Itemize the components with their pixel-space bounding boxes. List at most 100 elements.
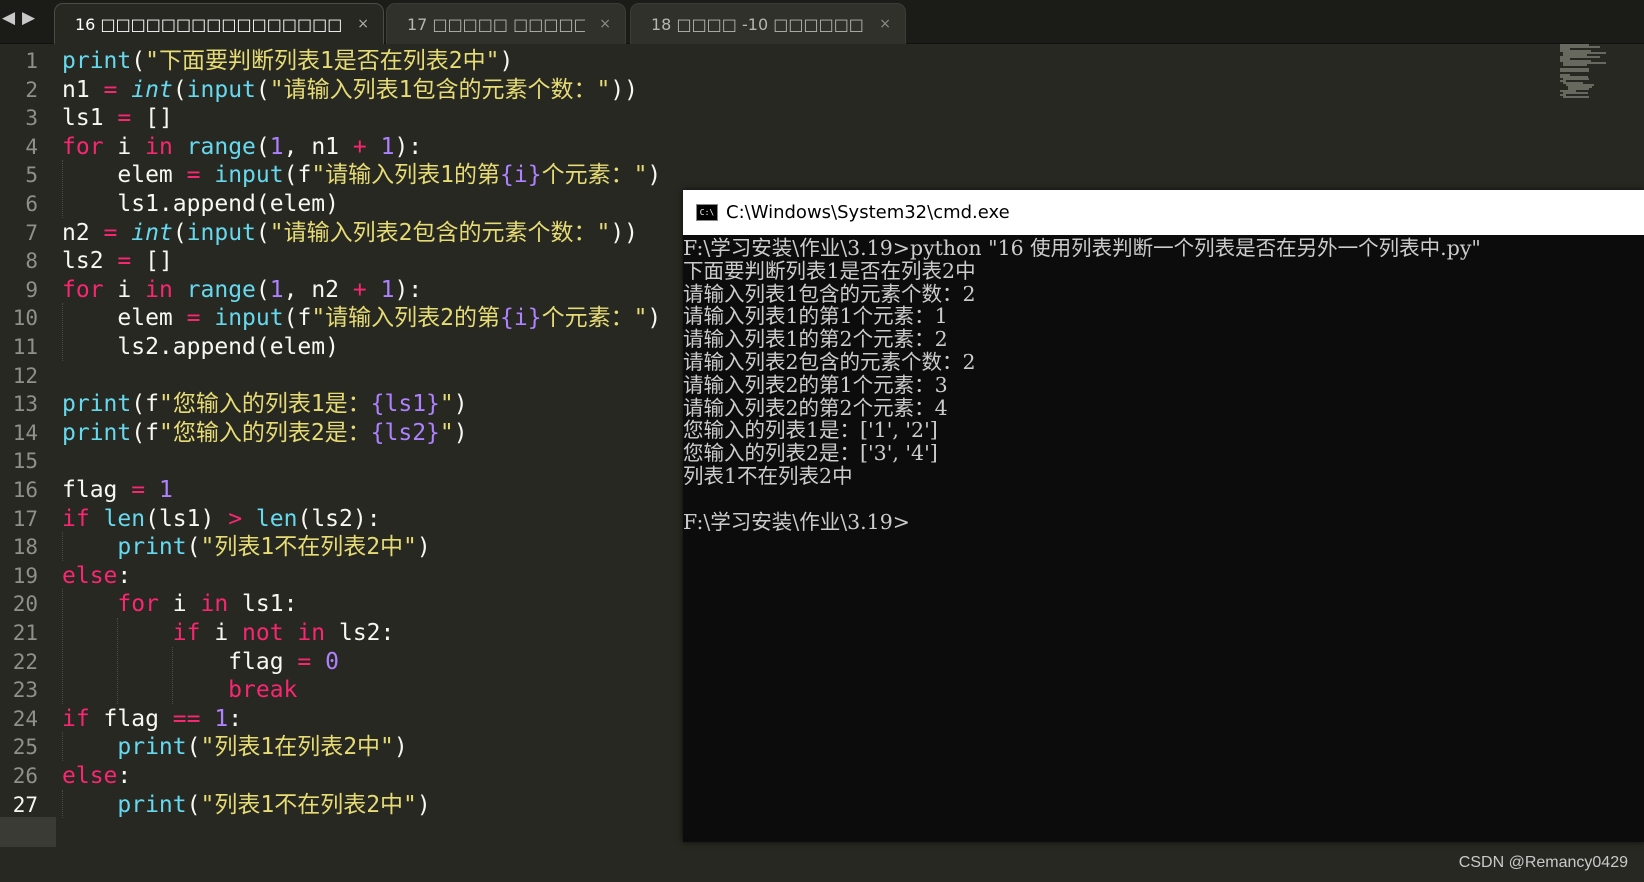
code-line[interactable]: print(f"您输入的列表2是：{ls2}") <box>62 418 468 448</box>
line-number: 14 <box>12 420 38 445</box>
code-token: ( <box>131 419 146 446</box>
code-token: 1 <box>158 477 173 503</box>
code-token: == <box>172 705 201 732</box>
code-token: ( <box>172 76 187 103</box>
code-token: "请输入列表1包含的元素个数：" <box>269 76 611 103</box>
code-token: else <box>62 763 118 789</box>
code-token: : <box>228 705 243 732</box>
terminal-line: 请输入列表2的第1个元素：3 <box>683 372 948 397</box>
next-tab-arrow-icon[interactable]: ▶ <box>22 8 35 28</box>
code-token: i <box>103 133 146 160</box>
code-line[interactable]: flag = 1 <box>62 475 173 505</box>
code-line[interactable]: ls2 = [] <box>62 246 173 276</box>
close-tab-icon[interactable]: × <box>879 16 891 32</box>
code-token: for <box>117 591 159 618</box>
indent-guide <box>62 532 63 561</box>
code-line[interactable]: print("列表1不在列表2中") <box>62 532 430 562</box>
code-token: flag <box>62 477 132 503</box>
terminal-line: 请输入列表1的第1个元素：1 <box>683 304 948 329</box>
code-token: int <box>131 76 173 103</box>
code-line[interactable]: elem = input(f"请输入列表1的第{i}个元素：") <box>62 160 661 190</box>
code-token: ) <box>416 791 431 818</box>
code-line[interactable]: ls1 = [] <box>62 103 173 133</box>
code-token: 0 <box>325 648 339 675</box>
code-line[interactable]: for i in ls1: <box>62 589 297 619</box>
cmd-app-icon: C:\ <box>696 204 718 221</box>
cmd-window[interactable]: C:\ C:\Windows\System32\cmd.exe F:\学习安装\… <box>683 190 1644 842</box>
minimap[interactable] <box>1560 44 1630 100</box>
code-token: ): <box>394 133 423 160</box>
line-number: 8 <box>25 249 38 274</box>
line-number: 26 <box>12 764 38 788</box>
indent-guide <box>62 789 63 819</box>
code-token: "您输入的列表1是： <box>158 391 371 418</box>
code-line[interactable]: n1 = int(input("请输入列表1包含的元素个数：")) <box>62 75 638 105</box>
code-token: = <box>103 76 118 103</box>
code-token: = <box>117 105 132 132</box>
code-token: "请输入列表1的第 <box>311 162 501 189</box>
code-token: [] <box>131 105 173 132</box>
code-line[interactable]: ls2.append(elem) <box>62 332 339 362</box>
code-token: in <box>200 591 229 618</box>
code-token: = <box>297 648 312 675</box>
code-line[interactable]: print("列表1在列表2中") <box>62 732 407 762</box>
line-number: 25 <box>12 735 38 760</box>
cmd-title-bar[interactable]: C:\ C:\Windows\System32\cmd.exe <box>683 190 1644 235</box>
code-line[interactable]: print(f"您输入的列表1是：{ls1}") <box>62 389 468 419</box>
code-token: 1 <box>269 133 284 160</box>
code-line[interactable]: ls1.append(elem) <box>62 189 339 219</box>
code-token: ( <box>255 133 270 160</box>
terminal-output[interactable]: F:\学习安装\作业\3.19>python "16 使用列表判断一个列表是否在… <box>683 236 1644 842</box>
code-token: + <box>352 276 367 303</box>
code-line[interactable]: if i not in ls2: <box>62 618 395 648</box>
code-line[interactable]: break <box>62 675 297 705</box>
watermark: CSDN @Remancy0429 <box>1458 854 1628 871</box>
code-token: " <box>439 391 454 418</box>
code-token: ) <box>647 162 662 189</box>
code-line[interactable]: print("列表1不在列表2中") <box>62 790 431 820</box>
code-line[interactable]: for i in range(1, n1 + 1): <box>62 132 422 162</box>
line-number: 22 <box>12 649 38 674</box>
minimap-line <box>1562 92 1588 94</box>
line-number: 18 <box>12 535 38 560</box>
code-line[interactable]: n2 = int(input("请输入列表2包含的元素个数：")) <box>62 218 638 248</box>
code-line[interactable]: elem = input(f"请输入列表2的第{i}个元素：") <box>62 303 661 333</box>
tab-label: 16 □□□□□□□□□□□□□□□□□□□□□□□.py <box>75 14 343 34</box>
code-line[interactable]: if len(ls1) > len(ls2): <box>62 504 381 534</box>
code-token: = <box>117 248 132 275</box>
code-line[interactable]: else: <box>62 561 131 591</box>
code-token: flag <box>89 705 173 732</box>
line-number: 27 <box>12 792 38 817</box>
code-token: 1 <box>269 276 284 303</box>
terminal-line: 请输入列表2的第2个元素：4 <box>683 395 948 420</box>
code-token: print <box>117 791 187 818</box>
line-number: 10 <box>12 306 38 331</box>
code-line[interactable]: print("下面要判断列表1是否在列表2中") <box>62 46 513 76</box>
code-token: "请输入列表2的第 <box>311 305 501 332</box>
tab-file-16[interactable]: 16 □□□□□□□□□□□□□□□□□□□□□□□.py × <box>54 3 384 44</box>
code-line[interactable]: else: <box>62 761 131 791</box>
previous-tab-arrow-icon[interactable]: ◀ <box>2 8 15 28</box>
code-token: ) <box>647 305 662 332</box>
code-token: else <box>62 562 118 589</box>
close-tab-icon[interactable]: × <box>357 16 369 32</box>
code-token: n2 <box>62 219 104 246</box>
code-token: ( <box>255 76 270 103</box>
code-line[interactable]: for i in range(1, n2 + 1): <box>62 275 422 305</box>
code-line[interactable]: flag = 0 <box>62 647 339 677</box>
tab-file-17[interactable]: 17 □□□□□ □□□□□.py × <box>386 3 626 44</box>
code-token: : <box>117 763 132 789</box>
close-tab-icon[interactable]: × <box>599 16 611 32</box>
code-token: , n2 <box>283 276 353 303</box>
tab-file-18[interactable]: 18 □□□□ -10 □□□□□□□□.py × <box>630 3 906 44</box>
tab-bar: ◀ ▶ 16 □□□□□□□□□□□□□□□□□□□□□□□.py × 17 □… <box>0 0 1644 44</box>
code-token: {i} <box>500 305 542 332</box>
code-line[interactable]: if flag == 1: <box>62 704 242 734</box>
code-token: print <box>117 734 187 761</box>
code-token: ): <box>394 276 423 303</box>
